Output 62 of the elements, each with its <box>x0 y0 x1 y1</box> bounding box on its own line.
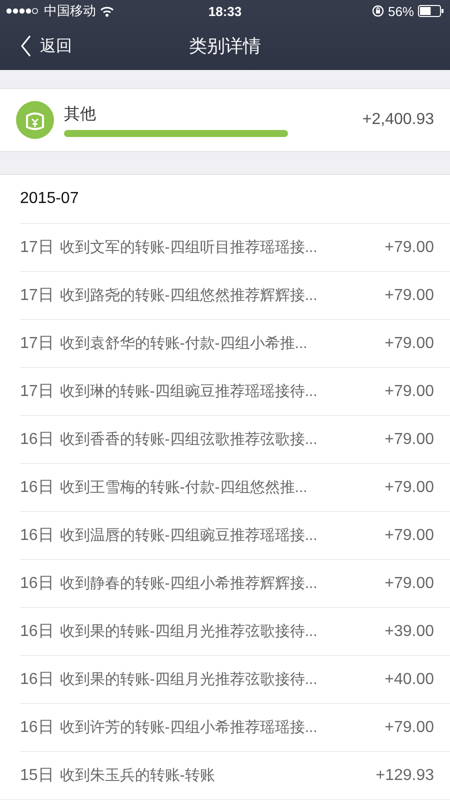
transaction-row[interactable]: 17日 收到琳的转账-四组豌豆推荐瑶瑶接待... +79.00 <box>20 367 450 415</box>
day-label: 16日 <box>20 622 54 642</box>
transaction-row[interactable]: 16日 收到香香的转账-四组弦歌推荐弦歌接... +79.00 <box>20 415 450 463</box>
transaction-row[interactable]: 16日 收到静春的转账-四组小希推荐辉辉接... +79.00 <box>20 559 450 607</box>
day-label: 16日 <box>20 526 54 546</box>
transaction-row[interactable]: 16日 收到王雪梅的转账-付款-四组悠然推... +79.00 <box>20 463 450 511</box>
chevron-left-icon <box>20 35 32 57</box>
transaction-row[interactable]: 15日 收到朱玉兵的转账-转账 +129.93 <box>20 751 450 799</box>
transaction-description: 收到静春的转账-四组小希推荐辉辉接... <box>60 574 318 593</box>
transaction-row[interactable]: 16日 收到温唇的转账-四组豌豆推荐瑶瑶接... +79.00 <box>20 511 450 559</box>
transaction-description: 收到琳的转账-四组豌豆推荐瑶瑶接待... <box>60 382 318 401</box>
transaction-description: 收到文军的转账-四组听目推荐瑶瑶接... <box>60 238 318 257</box>
wallet-icon <box>16 101 54 139</box>
transaction-description: 收到温唇的转账-四组豌豆推荐瑶瑶接... <box>60 526 318 545</box>
transaction-row[interactable]: 17日 收到文军的转账-四组听目推荐瑶瑶接... +79.00 <box>20 223 450 271</box>
day-label: 16日 <box>20 430 54 450</box>
transaction-row[interactable]: 17日 收到路尧的转账-四组悠然推荐辉辉接... +79.00 <box>20 271 450 319</box>
transaction-amount: +79.00 <box>384 334 434 352</box>
day-label: 16日 <box>20 478 54 498</box>
transaction-amount: +79.00 <box>384 718 434 736</box>
day-label: 15日 <box>20 766 54 786</box>
transaction-amount: +79.00 <box>384 382 434 400</box>
battery-icon <box>418 5 444 17</box>
total-amount: +2,400.93 <box>362 111 434 129</box>
back-button[interactable]: 返回 <box>0 35 72 57</box>
transaction-row[interactable]: 16日 收到果的转账-四组月光推荐弦歌接待... +40.00 <box>20 655 450 703</box>
carrier-name: 中国移动 <box>44 2 96 20</box>
day-label: 16日 <box>20 574 54 594</box>
transaction-description: 收到朱玉兵的转账-转账 <box>60 766 215 785</box>
transaction-amount: +129.93 <box>376 766 434 784</box>
transaction-row[interactable]: 16日 收到果的转账-四组月光推荐弦歌接待... +39.00 <box>20 607 450 655</box>
transaction-amount: +79.00 <box>384 238 434 256</box>
day-label: 16日 <box>20 670 54 690</box>
page-title: 类别详情 <box>188 35 262 58</box>
transaction-amount: +40.00 <box>384 670 434 688</box>
day-label: 17日 <box>20 286 54 306</box>
transaction-description: 收到香香的转账-四组弦歌推荐弦歌接... <box>60 430 318 449</box>
transaction-amount: +79.00 <box>384 526 434 544</box>
transaction-description: 收到果的转账-四组月光推荐弦歌接待... <box>60 670 318 689</box>
transaction-description: 收到路尧的转账-四组悠然推荐辉辉接... <box>60 286 318 305</box>
wifi-icon <box>100 6 114 16</box>
signal-icon <box>6 7 40 15</box>
clock-time: 18:33 <box>208 4 242 18</box>
transaction-amount: +39.00 <box>384 622 434 640</box>
transaction-row[interactable]: 17日 收到袁舒华的转账-付款-四组小希推... +79.00 <box>20 319 450 367</box>
transaction-amount: +79.00 <box>384 430 434 448</box>
day-label: 17日 <box>20 334 54 354</box>
transaction-amount: +79.00 <box>384 286 434 304</box>
day-label: 16日 <box>20 718 54 738</box>
transaction-amount: +79.00 <box>384 574 434 592</box>
transaction-description: 收到王雪梅的转账-付款-四组悠然推... <box>60 478 308 497</box>
day-label: 17日 <box>20 382 54 402</box>
battery-percent: 56% <box>388 4 414 18</box>
category-name: 其他 <box>64 104 97 124</box>
transaction-description: 收到袁舒华的转账-付款-四组小希推... <box>60 334 308 353</box>
rotation-lock-icon <box>372 5 384 17</box>
month-header: 2015-07 <box>19 189 80 209</box>
transaction-description: 收到许芳的转账-四组小希推荐瑶瑶接... <box>60 718 318 737</box>
transaction-amount: +79.00 <box>384 478 434 496</box>
day-label: 17日 <box>20 238 54 258</box>
transaction-description: 收到果的转账-四组月光推荐弦歌接待... <box>60 622 318 641</box>
transaction-row[interactable]: 16日 收到许芳的转账-四组小希推荐瑶瑶接... +79.00 <box>20 703 450 751</box>
